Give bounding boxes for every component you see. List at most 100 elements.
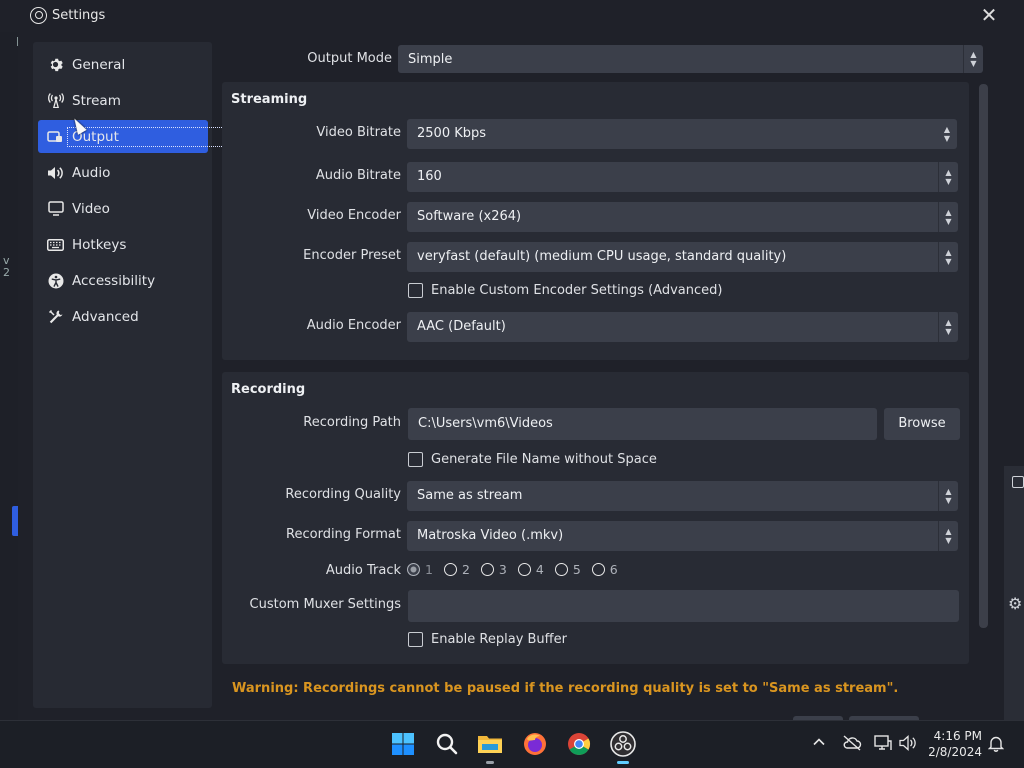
obs-logo-icon [30, 7, 47, 24]
custom-muxer-label: Custom Muxer Settings [249, 597, 401, 612]
file-explorer-icon[interactable] [477, 731, 503, 757]
spin-arrows-icon[interactable]: ▲ ▼ [937, 119, 957, 149]
keyboard-icon [47, 236, 64, 253]
checkbox-box[interactable] [408, 452, 423, 467]
chevron-updown-icon: ▲ ▼ [963, 45, 983, 73]
audio-track-radio-2[interactable]: 2 [443, 562, 470, 577]
taskbar [0, 720, 1024, 768]
recording-format-select[interactable]: Matroska Video (.mkv) ▲ ▼ [407, 521, 958, 551]
speaker-icon [47, 164, 64, 181]
background-right-strip [1004, 30, 1024, 750]
video-encoder-select[interactable]: Software (x264) ▲ ▼ [407, 202, 958, 232]
audio-bitrate-value: 160 [417, 169, 442, 184]
output-icon [47, 128, 63, 145]
sidebar-item-label: Hotkeys [72, 236, 127, 253]
sidebar-item-video[interactable]: Video [38, 192, 208, 225]
chevron-updown-icon: ▲ ▼ [938, 521, 958, 551]
windows-start-icon[interactable] [390, 731, 416, 757]
custom-muxer-input[interactable] [408, 590, 959, 622]
audio-track-radio-group: 1 2 3 4 5 6 [407, 562, 629, 577]
video-bitrate-label: Video Bitrate [316, 125, 401, 140]
audio-track-label: Audio Track [325, 563, 401, 578]
background-right-icon [1012, 476, 1024, 488]
audio-encoder-select[interactable]: AAC (Default) ▲ ▼ [407, 312, 958, 342]
video-encoder-value: Software (x264) [417, 209, 522, 224]
sidebar-item-label: Audio [72, 164, 111, 181]
volume-icon[interactable] [899, 735, 917, 755]
recording-format-label: Recording Format [286, 527, 401, 542]
custom-encoder-label: Enable Custom Encoder Settings (Advanced… [431, 283, 723, 298]
filename-nospace-checkbox[interactable]: Generate File Name without Space [408, 452, 657, 467]
cloud-offline-icon[interactable] [842, 735, 862, 755]
recording-quality-select[interactable]: Same as stream ▲ ▼ [407, 481, 958, 511]
encoder-preset-select[interactable]: veryfast (default) (medium CPU usage, st… [407, 242, 958, 272]
filename-nospace-label: Generate File Name without Space [431, 452, 657, 467]
audio-track-radio-5[interactable]: 5 [554, 562, 581, 577]
sidebar-item-advanced[interactable]: Advanced [38, 300, 208, 333]
wrench-icon [47, 308, 64, 325]
taskbar-active-indicator [617, 761, 629, 764]
background-left-strip [0, 30, 18, 720]
taskbar-indicator [486, 761, 494, 764]
firefox-icon[interactable] [522, 731, 548, 757]
chevron-up-icon[interactable] [812, 735, 826, 753]
content-scrollbar[interactable] [979, 84, 988, 628]
clock-date: 2/8/2024 [928, 745, 982, 759]
audio-track-radio-3[interactable]: 3 [480, 562, 507, 577]
browse-button[interactable]: Browse [884, 408, 960, 440]
sidebar-item-label: Output [67, 126, 228, 147]
streaming-group-title: Streaming [231, 92, 308, 107]
sidebar-item-hotkeys[interactable]: Hotkeys [38, 228, 208, 261]
video-bitrate-spinbox[interactable]: 2500 Kbps ▲ ▼ [407, 119, 957, 149]
recording-group-title: Recording [231, 382, 306, 397]
search-icon[interactable] [434, 731, 460, 757]
replay-buffer-checkbox[interactable]: Enable Replay Buffer [408, 632, 567, 647]
output-mode-label: Output Mode [307, 51, 392, 66]
background-gear-icon: ⚙ [1008, 594, 1023, 613]
network-icon[interactable] [874, 735, 892, 755]
clock-time: 4:16 PM [933, 729, 982, 743]
monitor-icon [47, 200, 64, 217]
checkbox-box[interactable] [408, 632, 423, 647]
encoder-preset-label: Encoder Preset [303, 248, 401, 263]
audio-track-radio-4[interactable]: 4 [517, 562, 544, 577]
replay-buffer-label: Enable Replay Buffer [431, 632, 567, 647]
chevron-updown-icon: ▲ ▼ [938, 312, 958, 342]
sidebar-item-general[interactable]: General [38, 48, 208, 81]
checkbox-box[interactable] [408, 283, 423, 298]
gear-icon [47, 56, 64, 73]
sidebar-item-label: Stream [72, 92, 121, 109]
background-text-fragment: 2 [3, 266, 10, 279]
recording-path-label: Recording Path [303, 415, 401, 430]
custom-encoder-checkbox[interactable]: Enable Custom Encoder Settings (Advanced… [408, 283, 722, 298]
recording-format-value: Matroska Video (.mkv) [417, 528, 564, 543]
chevron-updown-icon: ▲ ▼ [938, 242, 958, 272]
audio-track-radio-1[interactable]: 1 [407, 562, 433, 577]
notification-bell-icon[interactable] [987, 735, 1005, 756]
window-title: Settings [52, 8, 106, 23]
taskbar-clock[interactable]: 4:16 PM 2/8/2024 [928, 728, 982, 760]
audio-bitrate-select[interactable]: 160 ▲ ▼ [407, 162, 958, 192]
sidebar-item-label: General [72, 56, 126, 73]
output-mode-select[interactable]: Simple ▲ ▼ [398, 45, 983, 73]
audio-bitrate-label: Audio Bitrate [315, 168, 401, 183]
recording-path-input[interactable]: C:\Users\vm6\Videos [408, 408, 877, 440]
warning-message: Warning: Recordings cannot be paused if … [232, 681, 899, 696]
video-encoder-label: Video Encoder [307, 208, 401, 223]
sidebar-item-label: Accessibility [72, 272, 156, 289]
sidebar-item-accessibility[interactable]: Accessibility [38, 264, 208, 297]
settings-sidebar: General Stream Output Audio Video Hotkey… [33, 42, 228, 708]
close-button[interactable]: ✕ [978, 4, 1000, 26]
sidebar-item-audio[interactable]: Audio [38, 156, 208, 189]
encoder-preset-value: veryfast (default) (medium CPU usage, st… [417, 249, 787, 264]
audio-track-radio-6[interactable]: 6 [591, 562, 618, 577]
obs-icon[interactable] [610, 731, 636, 757]
audio-encoder-value: AAC (Default) [417, 319, 506, 334]
chevron-updown-icon: ▲ ▼ [938, 162, 958, 192]
sidebar-item-stream[interactable]: Stream [38, 84, 208, 117]
chrome-icon[interactable] [566, 731, 592, 757]
sidebar-item-output[interactable]: Output [38, 120, 228, 153]
audio-encoder-label: Audio Encoder [306, 318, 401, 333]
recording-path-value: C:\Users\vm6\Videos [418, 416, 553, 431]
chevron-updown-icon: ▲ ▼ [938, 202, 958, 232]
